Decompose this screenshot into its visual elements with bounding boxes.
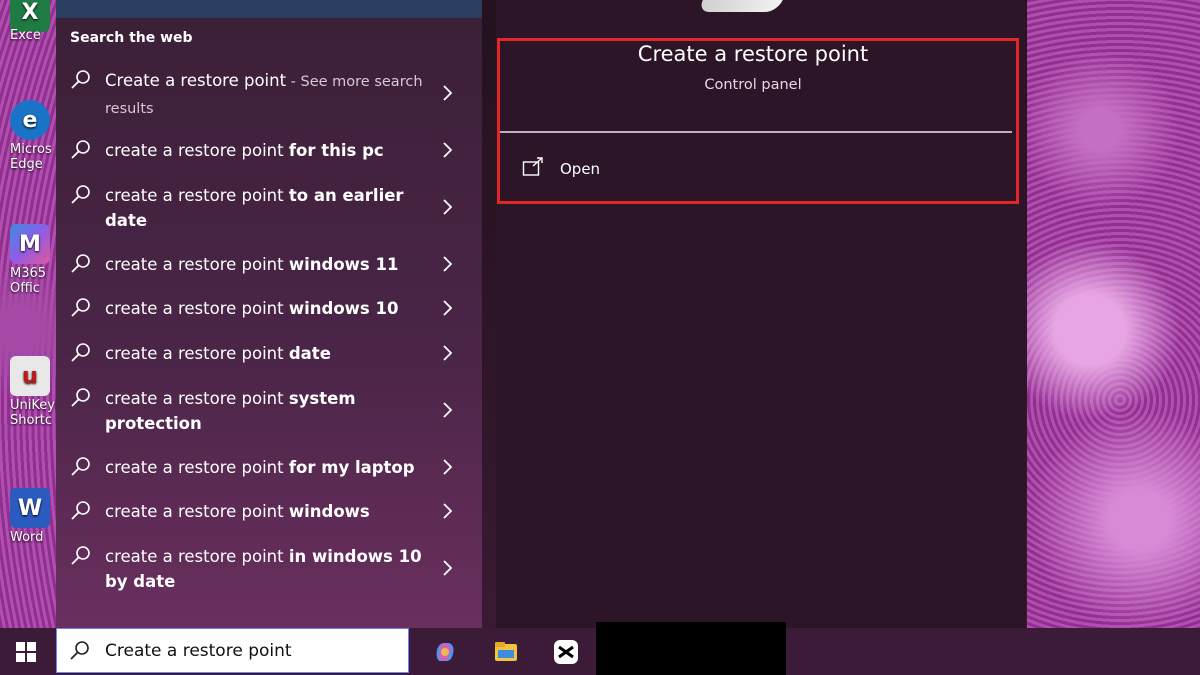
chevron-right-icon [443, 402, 453, 418]
search-result-text: Create a restore point - See more search… [105, 68, 425, 122]
result-query: create a restore point [105, 299, 289, 318]
desktop-icon-label: Word [10, 530, 44, 545]
search-input[interactable] [105, 637, 395, 665]
search-result-1[interactable]: create a restore point for this pc [56, 138, 482, 168]
desktop-icon-label: M365 Offic [10, 266, 47, 296]
windows-start-icon[interactable] [14, 640, 38, 664]
search-result-text: create a restore point system protection [105, 386, 425, 436]
search-icon [71, 140, 90, 159]
result-query: Create a restore point [105, 71, 287, 90]
search-result-text: create a restore point in windows 10 by … [105, 544, 425, 594]
result-query: create a restore point [105, 389, 289, 408]
desktop-icon-m365[interactable]: M M365 Offic [10, 224, 60, 296]
chevron-right-icon [443, 560, 453, 576]
highlight-box [497, 38, 1019, 204]
chevron-right-icon [443, 256, 453, 272]
result-completion: windows 11 [288, 255, 399, 274]
search-icon [71, 254, 90, 273]
file-explorer-icon[interactable] [492, 638, 520, 666]
result-query: create a restore point [105, 458, 289, 477]
search-icon [71, 501, 90, 520]
chevron-right-icon [443, 199, 453, 215]
section-title: Search the web [70, 30, 193, 46]
desktop-icon-word[interactable]: W Word [10, 488, 60, 545]
result-query: create a restore point [105, 186, 289, 205]
search-result-text: create a restore point date [105, 341, 425, 366]
m365-icon: M [10, 224, 50, 264]
desktop-icon-unikey[interactable]: u UniKeyl Shortc [10, 356, 60, 428]
taskbar-search-box[interactable] [56, 628, 409, 673]
search-icon [70, 641, 89, 660]
result-completion: windows 10 [288, 299, 399, 318]
chevron-right-icon [443, 142, 453, 158]
unikey-icon: u [10, 356, 50, 396]
desktop-icon-label: Micros Edge [10, 142, 52, 172]
chevron-right-icon [443, 459, 453, 475]
taskbar [0, 622, 1200, 675]
search-result-5[interactable]: create a restore point date [56, 341, 482, 371]
search-result-2[interactable]: create a restore point to an earlier dat… [56, 183, 482, 239]
copilot-icon[interactable] [431, 638, 459, 666]
search-result-text: create a restore point to an earlier dat… [105, 183, 425, 233]
search-icon [71, 457, 90, 476]
search-icon [71, 298, 90, 317]
chevron-right-icon [443, 345, 453, 361]
search-result-text: create a restore point for this pc [105, 138, 425, 163]
search-icon [71, 343, 90, 362]
top-result-strip [56, 0, 482, 18]
search-result-3[interactable]: create a restore point windows 11 [56, 252, 482, 282]
chevron-right-icon [443, 85, 453, 101]
result-completion: for this pc [288, 141, 384, 160]
search-result-6[interactable]: create a restore point system protection [56, 386, 482, 442]
chevron-right-icon [443, 503, 453, 519]
search-icon [71, 388, 90, 407]
search-result-text: create a restore point windows 11 [105, 252, 425, 277]
result-query: create a restore point [105, 344, 289, 363]
desktop-icon-label: Exce [10, 28, 41, 43]
search-result-text: create a restore point windows 10 [105, 296, 425, 321]
desktop-icon-edge[interactable]: e Micros Edge [10, 100, 60, 172]
search-result-text: create a restore point for my laptop [105, 455, 425, 480]
search-icon [71, 70, 90, 89]
word-icon: W [10, 488, 50, 528]
search-result-0[interactable]: Create a restore point - See more search… [56, 68, 482, 124]
chevron-right-icon [443, 300, 453, 316]
capcut-icon[interactable] [552, 638, 580, 666]
result-query: create a restore point [105, 141, 289, 160]
search-icon [71, 185, 90, 204]
desktop-icon-excel[interactable]: X Exce [10, 0, 60, 43]
search-result-4[interactable]: create a restore point windows 10 [56, 296, 482, 326]
result-query: create a restore point [105, 547, 289, 566]
search-result-9[interactable]: create a restore point in windows 10 by … [56, 544, 482, 600]
edge-icon: e [10, 100, 50, 140]
desktop-icon-label: UniKeyl Shortc [10, 398, 59, 428]
result-completion: date [288, 344, 331, 363]
search-result-7[interactable]: create a restore point for my laptop [56, 455, 482, 485]
result-query: create a restore point [105, 502, 289, 521]
search-result-8[interactable]: create a restore point windows [56, 499, 482, 529]
redacted-area [596, 622, 786, 675]
result-query: create a restore point [105, 255, 289, 274]
search-icon [71, 546, 90, 565]
control-panel-app-icon [697, 0, 783, 12]
search-results-panel: Search the web Create a restore point - … [56, 0, 482, 628]
search-result-text: create a restore point windows [105, 499, 425, 524]
result-completion: windows [288, 502, 370, 521]
result-completion: for my laptop [288, 458, 415, 477]
